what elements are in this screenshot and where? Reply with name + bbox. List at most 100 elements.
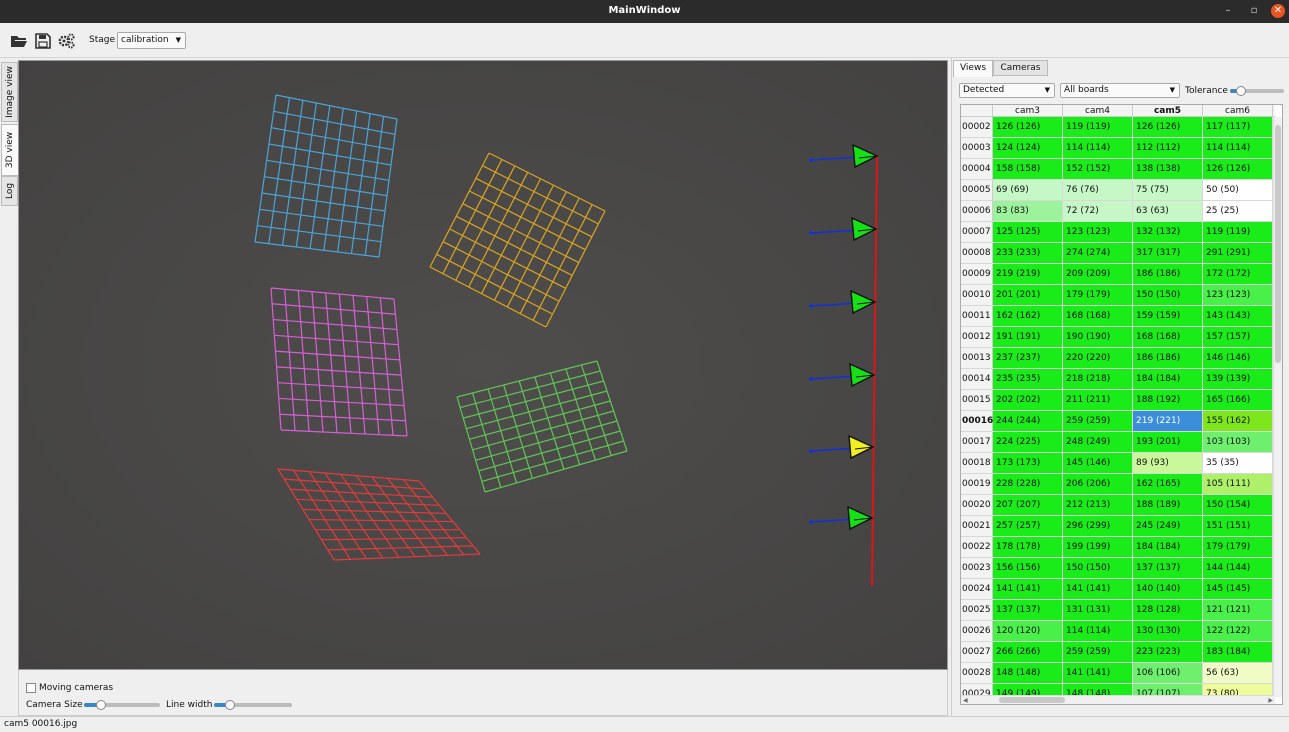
table-row[interactable]: 00020 207 (207) 212 (213) 188 (189) 150 (154…: [961, 495, 1275, 516]
row-header[interactable]: 00028: [961, 663, 993, 683]
table-cell[interactable]: 139 (139): [1203, 369, 1273, 389]
table-cell[interactable]: 184 (184): [1133, 537, 1203, 557]
table-cell[interactable]: 25 (25): [1203, 201, 1273, 221]
row-header[interactable]: 00024: [961, 579, 993, 599]
table-cell[interactable]: 72 (72): [1063, 201, 1133, 221]
table-cell[interactable]: 157 (157): [1203, 327, 1273, 347]
close-button[interactable]: ✕: [1271, 4, 1285, 18]
vertical-scrollbar[interactable]: [1273, 117, 1282, 697]
table-cell[interactable]: 125 (125): [993, 222, 1063, 242]
table-cell[interactable]: 76 (76): [1063, 180, 1133, 200]
table-row[interactable]: 00009 219 (219) 209 (209) 186 (186) 172 (172…: [961, 264, 1275, 285]
table-row[interactable]: 00006 83 (83) 72 (72) 63 (63) 25 (25): [961, 201, 1275, 222]
table-cell[interactable]: 122 (122): [1203, 621, 1273, 641]
table-cell[interactable]: 156 (156): [993, 558, 1063, 578]
table-row[interactable]: 00014 235 (235) 218 (218) 184 (184) 139 (139…: [961, 369, 1275, 390]
scene-canvas[interactable]: [19, 61, 947, 669]
table-cell[interactable]: 228 (228): [993, 474, 1063, 494]
scroll-left-icon[interactable]: ◀: [963, 697, 968, 704]
table-cell[interactable]: 103 (103): [1203, 432, 1273, 452]
table-cell[interactable]: 150 (150): [1133, 285, 1203, 305]
table-cell[interactable]: 206 (206): [1063, 474, 1133, 494]
table-cell[interactable]: 159 (159): [1133, 306, 1203, 326]
table-cell[interactable]: 224 (225): [993, 432, 1063, 452]
horizontal-scroll-thumb[interactable]: [999, 697, 1065, 703]
views-table[interactable]: cam3 cam4 cam5 cam6 00002 126 (126) 119 (119)…: [960, 104, 1283, 705]
table-cell[interactable]: 244 (244): [993, 411, 1063, 431]
table-cell[interactable]: 266 (266): [993, 642, 1063, 662]
table-row[interactable]: 00012 191 (191) 190 (190) 168 (168) 157 (157…: [961, 327, 1275, 348]
table-cell[interactable]: 155 (162): [1203, 411, 1273, 431]
filter-select[interactable]: Detected ▼: [959, 83, 1055, 98]
table-cell[interactable]: 131 (131): [1063, 600, 1133, 620]
table-cell[interactable]: 219 (221): [1133, 411, 1203, 431]
column-header-cam6[interactable]: cam6: [1203, 105, 1273, 117]
table-row[interactable]: 00015 202 (202) 211 (211) 188 (192) 165 (166…: [961, 390, 1275, 411]
row-header[interactable]: 00025: [961, 600, 993, 620]
column-header-cam5[interactable]: cam5: [1133, 105, 1203, 117]
table-cell[interactable]: 126 (126): [993, 117, 1063, 137]
maximize-button[interactable]: ▫: [1247, 4, 1261, 18]
table-cell[interactable]: 112 (112): [1133, 138, 1203, 158]
table-cell[interactable]: 89 (93): [1133, 453, 1203, 473]
table-row[interactable]: 00010 201 (201) 179 (179) 150 (150) 123 (123…: [961, 285, 1275, 306]
row-header[interactable]: 00027: [961, 642, 993, 662]
camera-size-slider[interactable]: [84, 700, 160, 710]
gears-icon[interactable]: [57, 32, 75, 50]
table-cell[interactable]: 114 (114): [1203, 138, 1273, 158]
table-cell[interactable]: 119 (119): [1063, 117, 1133, 137]
table-cell[interactable]: 141 (141): [993, 579, 1063, 599]
column-header-cam4[interactable]: cam4: [1063, 105, 1133, 117]
row-header[interactable]: 00010: [961, 285, 993, 305]
minimize-button[interactable]: –: [1221, 4, 1235, 18]
table-row[interactable]: 00011 162 (162) 168 (168) 159 (159) 143 (143…: [961, 306, 1275, 327]
table-cell[interactable]: 126 (126): [1203, 159, 1273, 179]
table-cell[interactable]: 168 (168): [1133, 327, 1203, 347]
table-cell[interactable]: 119 (119): [1203, 222, 1273, 242]
folder-open-icon[interactable]: [10, 32, 28, 50]
row-header[interactable]: 00022: [961, 537, 993, 557]
table-cell[interactable]: 248 (249): [1063, 432, 1133, 452]
table-cell[interactable]: 233 (233): [993, 243, 1063, 263]
table-cell[interactable]: 259 (259): [1063, 642, 1133, 662]
table-cell[interactable]: 296 (299): [1063, 516, 1133, 536]
table-cell[interactable]: 218 (218): [1063, 369, 1133, 389]
table-cell[interactable]: 146 (146): [1203, 348, 1273, 368]
row-header[interactable]: 00008: [961, 243, 993, 263]
table-cell[interactable]: 184 (184): [1133, 369, 1203, 389]
vertical-scroll-thumb[interactable]: [1275, 125, 1281, 363]
scroll-right-icon[interactable]: ▶: [1268, 697, 1273, 704]
table-cell[interactable]: 178 (178): [993, 537, 1063, 557]
table-cell[interactable]: 56 (63): [1203, 663, 1273, 683]
table-cell[interactable]: 124 (124): [993, 138, 1063, 158]
line-width-slider[interactable]: [214, 700, 292, 710]
row-header[interactable]: 00004: [961, 159, 993, 179]
table-cell[interactable]: 137 (137): [993, 600, 1063, 620]
row-header[interactable]: 00006: [961, 201, 993, 221]
table-cell[interactable]: 141 (141): [1063, 579, 1133, 599]
table-cell[interactable]: 69 (69): [993, 180, 1063, 200]
table-cell[interactable]: 123 (123): [1203, 285, 1273, 305]
horizontal-scrollbar[interactable]: ◀ ▶: [961, 695, 1275, 704]
row-header[interactable]: 00019: [961, 474, 993, 494]
3d-viewport[interactable]: [18, 60, 948, 670]
table-cell[interactable]: 237 (237): [993, 348, 1063, 368]
table-cell[interactable]: 143 (143): [1203, 306, 1273, 326]
table-row[interactable]: 00005 69 (69) 76 (76) 75 (75) 50 (50): [961, 180, 1275, 201]
table-row[interactable]: 00022 178 (178) 199 (199) 184 (184) 179 (179…: [961, 537, 1275, 558]
table-row[interactable]: 00016 244 (244) 259 (259) 219 (221) 155 (162…: [961, 411, 1275, 432]
table-cell[interactable]: 148 (148): [993, 663, 1063, 683]
table-cell[interactable]: 145 (145): [1203, 579, 1273, 599]
row-header[interactable]: 00023: [961, 558, 993, 578]
row-header[interactable]: 00005: [961, 180, 993, 200]
table-cell[interactable]: 138 (138): [1133, 159, 1203, 179]
table-cell[interactable]: 179 (179): [1203, 537, 1273, 557]
table-cell[interactable]: 173 (173): [993, 453, 1063, 473]
table-cell[interactable]: 199 (199): [1063, 537, 1133, 557]
table-cell[interactable]: 202 (202): [993, 390, 1063, 410]
table-cell[interactable]: 165 (166): [1203, 390, 1273, 410]
table-cell[interactable]: 151 (151): [1203, 516, 1273, 536]
table-cell[interactable]: 193 (201): [1133, 432, 1203, 452]
table-cell[interactable]: 245 (249): [1133, 516, 1203, 536]
table-cell[interactable]: 274 (274): [1063, 243, 1133, 263]
